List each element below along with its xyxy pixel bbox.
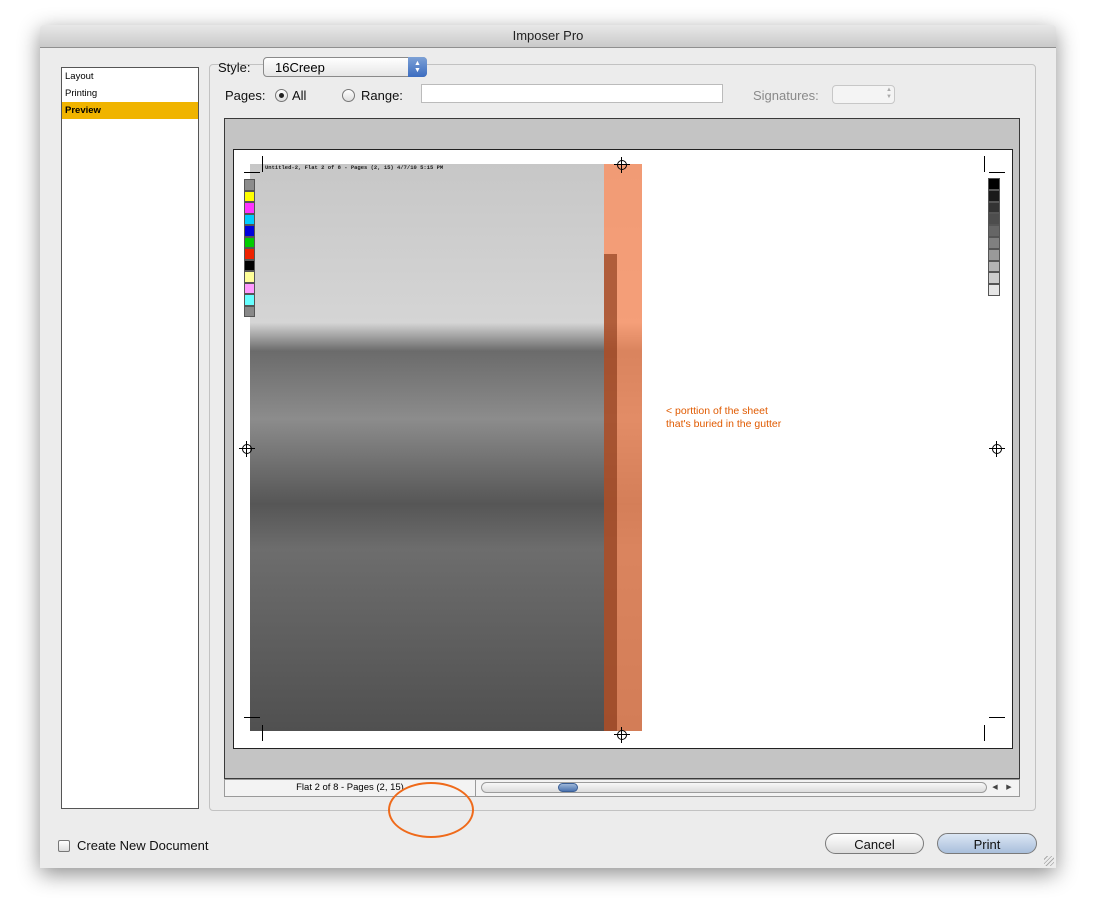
color-swatch xyxy=(244,294,255,306)
window-title: Imposer Pro xyxy=(40,25,1056,48)
color-swatch xyxy=(244,282,255,294)
gray-swatch xyxy=(988,213,1000,226)
color-swatch xyxy=(244,305,255,317)
color-swatch xyxy=(244,213,255,225)
color-bar xyxy=(244,179,255,317)
gray-swatch xyxy=(988,189,1000,202)
crop-mark xyxy=(984,156,985,172)
slug-line: Untitled-2, Flat 2 of 8 - Pages (2, 15) … xyxy=(265,164,444,171)
gutter-shadow xyxy=(604,254,617,731)
scroll-left-icon[interactable]: ◀ xyxy=(989,780,1001,796)
imposer-pro-dialog: Imposer Pro Layout Printing Preview Styl… xyxy=(40,25,1056,868)
color-swatch xyxy=(244,190,255,202)
horizontal-scrollbar[interactable] xyxy=(481,782,987,793)
color-swatch xyxy=(244,236,255,248)
print-button[interactable]: Print xyxy=(937,833,1037,854)
radio-selected-dot xyxy=(279,93,284,98)
sidebar-item-layout[interactable]: Layout xyxy=(62,68,198,85)
signatures-label: Signatures: xyxy=(753,88,819,103)
annotation-circle xyxy=(388,782,474,838)
gray-swatch xyxy=(988,201,1000,214)
create-new-document-label[interactable]: Create New Document xyxy=(77,838,209,853)
range-input[interactable] xyxy=(421,84,723,103)
crop-mark xyxy=(244,172,260,173)
color-swatch xyxy=(244,259,255,271)
color-swatch xyxy=(244,225,255,237)
status-bar: Flat 2 of 8 - Pages (2, 15) ◀ ▶ xyxy=(224,779,1020,797)
page-image xyxy=(250,164,642,731)
pages-label: Pages: xyxy=(225,88,266,103)
crop-mark xyxy=(984,725,985,741)
crop-mark xyxy=(989,717,1005,718)
preview-pane: Untitled-2, Flat 2 of 8 - Pages (2, 15) … xyxy=(224,118,1020,779)
crop-mark xyxy=(989,172,1005,173)
style-label: Style: xyxy=(218,60,251,75)
color-swatch xyxy=(244,202,255,214)
style-select[interactable]: 16Creep ▲ ▼ xyxy=(263,57,427,77)
select-arrows-icon: ▲ ▼ xyxy=(408,57,427,77)
gutter-annotation: < porttion of the sheet that's buried in… xyxy=(666,405,816,431)
signatures-select[interactable]: ▲ ▼ xyxy=(832,85,895,104)
sidebar-item-printing[interactable]: Printing xyxy=(62,85,198,102)
sidebar-item-preview[interactable]: Preview xyxy=(62,102,198,119)
gray-swatch xyxy=(988,248,1000,261)
gray-swatch xyxy=(988,272,1000,285)
press-sheet: Untitled-2, Flat 2 of 8 - Pages (2, 15) … xyxy=(233,149,1013,749)
pages-all-radio[interactable] xyxy=(275,89,288,102)
scroll-thumb[interactable] xyxy=(558,783,578,792)
color-swatch xyxy=(244,271,255,283)
registration-mark-icon xyxy=(989,441,1005,457)
pages-all-label[interactable]: All xyxy=(292,88,306,103)
color-swatch xyxy=(244,179,255,191)
select-arrows-icon: ▲ ▼ xyxy=(886,87,892,100)
registration-mark-icon xyxy=(239,441,255,457)
annotation-line-1: < porttion of the sheet xyxy=(666,405,768,417)
style-value: 16Creep xyxy=(275,60,325,75)
gray-swatch xyxy=(988,236,1000,249)
gray-swatch xyxy=(988,178,1000,190)
registration-mark-icon xyxy=(614,727,630,743)
sidebar: Layout Printing Preview xyxy=(61,67,199,809)
cancel-button[interactable]: Cancel xyxy=(825,833,924,854)
gray-bar xyxy=(988,178,1000,296)
pages-range-radio[interactable] xyxy=(342,89,355,102)
color-swatch xyxy=(244,248,255,260)
gray-swatch xyxy=(988,225,1000,237)
create-new-document-checkbox[interactable] xyxy=(58,840,70,852)
pages-range-label[interactable]: Range: xyxy=(361,88,403,103)
crop-mark xyxy=(262,725,263,741)
annotation-line-2: that's buried in the gutter xyxy=(666,418,782,430)
crop-mark xyxy=(244,717,260,718)
resize-grip-icon[interactable] xyxy=(1044,856,1054,866)
gray-swatch xyxy=(988,260,1000,273)
registration-mark-icon xyxy=(614,157,630,173)
scroll-right-icon[interactable]: ▶ xyxy=(1003,780,1015,796)
crop-mark xyxy=(262,156,263,172)
gray-swatch xyxy=(988,284,1000,296)
